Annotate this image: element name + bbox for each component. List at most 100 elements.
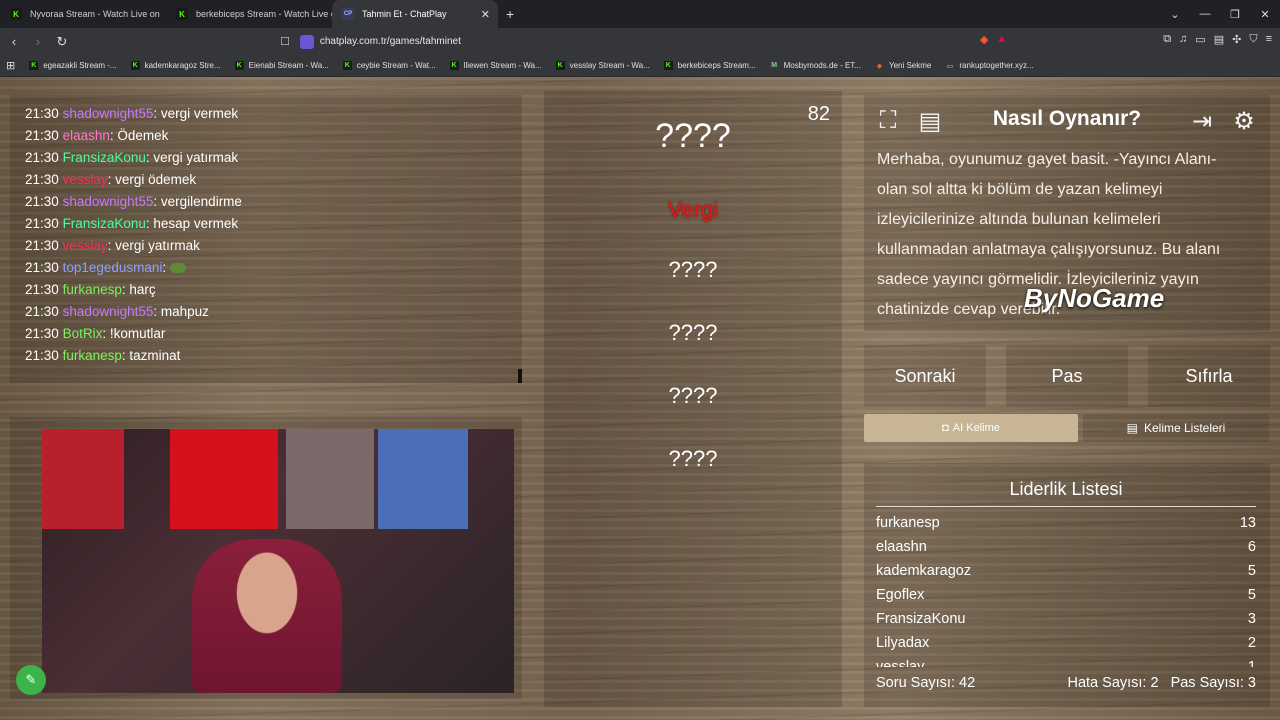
chat-time: 21:30 [25, 172, 59, 187]
chat-username[interactable]: vesslay [63, 172, 108, 187]
chat-message: 21:30 BotRix: !komutlar [25, 326, 166, 341]
game-page: 21:30 shadownight55: vergi vermek 21:30 e… [0, 77, 1280, 720]
leaderboard-list[interactable]: furkanesp 13 elaashn 6 kademkaragoz 5 Egoflex 5… [876, 511, 1256, 667]
chat-time: 21:30 [25, 282, 59, 297]
minimize-icon[interactable]: — [1190, 8, 1220, 20]
leaderboard-row: Egoflex 5 [876, 583, 1256, 607]
leaderboard-row: FransizaKonu 3 [876, 607, 1256, 631]
back-icon[interactable]: ‹ [4, 34, 24, 49]
bookmark-item[interactable]: Kvesslay Stream - Wa... [555, 61, 650, 70]
bookmarks-bar: ⊞ Kegeazakli Stream -... Kkademkaragoz S… [0, 55, 1280, 77]
chevron-down-icon[interactable]: ⌄ [1160, 8, 1190, 21]
vpn-icon[interactable]: ⛉ [1249, 33, 1257, 46]
chat-username[interactable]: furkanesp [63, 348, 122, 363]
bookmark-item[interactable]: Kceybie Stream - Wat... [342, 61, 436, 70]
chat-text: vergi vermek [160, 106, 239, 121]
forbidden-word: ???? [668, 257, 718, 282]
music-icon[interactable]: ♫ [1179, 33, 1187, 46]
watermark-logo: ByNoGame [1024, 283, 1165, 313]
bookmark-item[interactable]: Kberkebiceps Stream... [663, 61, 756, 70]
extension-puzzle-icon[interactable]: ✣ [1232, 33, 1241, 46]
chat-username[interactable]: FransizaKonu [63, 150, 146, 165]
bookmark-icon[interactable]: ☐ [280, 35, 290, 48]
question-count: Soru Sayısı: 42 [876, 675, 976, 691]
player-score: 5 [1247, 587, 1256, 603]
edit-icon[interactable]: ✎ [16, 665, 46, 695]
reset-button[interactable]: Sıfırla [1148, 345, 1270, 407]
logout-icon[interactable]: ⇥ [1186, 105, 1218, 137]
kick-icon: K [342, 61, 352, 70]
target-word: ???? [655, 117, 731, 155]
chat-message: 21:30 FransizaKonu: vergi yatırmak [25, 150, 239, 165]
streamer-figure [192, 539, 342, 693]
site-info-icon[interactable] [299, 34, 314, 49]
mosbymods-icon: M [771, 62, 778, 69]
chat-text: vergilendirme [160, 194, 242, 209]
bookmark-item[interactable]: Kegeazakli Stream -... [29, 61, 117, 70]
player-score: 2 [1247, 635, 1256, 651]
tab-title: berkebiceps Stream - Watch Live on [196, 9, 332, 19]
close-tab-icon[interactable]: ✕ [481, 8, 490, 21]
browser-tab-3[interactable]: CP Tahmin Et - ChatPlay ✕ [332, 0, 498, 28]
forbidden-word: ???? [668, 383, 718, 408]
kick-icon: K [234, 61, 244, 70]
chat-username[interactable]: elaashn [63, 128, 110, 143]
browser-tab-2[interactable]: K berkebiceps Stream - Watch Live on [166, 0, 332, 28]
bookmark-item[interactable]: Klliewen Stream - Wa... [449, 61, 542, 70]
webcam-feed [42, 429, 514, 693]
extensions-icon[interactable]: ⧉ [1163, 33, 1171, 46]
ai-word-tab[interactable]: ◘ AI Kelime [864, 414, 1078, 442]
gear-icon[interactable]: ⚙ [1228, 105, 1260, 137]
player-name: Lilyadax [876, 635, 930, 651]
close-window-icon[interactable]: ✕ [1250, 8, 1280, 21]
restore-icon[interactable]: ❐ [1220, 8, 1250, 21]
browser-tab-bar: K Nyvoraa Stream - Watch Live on K berke… [0, 0, 1280, 28]
pass-button[interactable]: Pas [1006, 345, 1128, 407]
bookmark-item[interactable]: ◆ Yeni Sekme [875, 61, 932, 70]
apps-icon[interactable]: ⊞ [6, 59, 15, 72]
chat-text: mahpuz [160, 304, 209, 319]
bookmark-item[interactable]: M Mosbymods.de - ET... [770, 61, 861, 70]
bookmark-item[interactable]: Kkademkaragoz Stre... [130, 61, 221, 70]
brave-shield-icon[interactable]: ◆ [980, 33, 988, 46]
chat-text: vergi ödemek [115, 172, 197, 187]
chat-username[interactable]: shadownight55 [63, 106, 154, 121]
chat-username[interactable]: vesslay [63, 238, 108, 253]
new-tab-button[interactable]: + [506, 0, 514, 28]
chat-message: 21:30 furkanesp: harç [25, 282, 156, 297]
chat-message: 21:30 FransizaKonu: hesap vermek [25, 216, 239, 231]
url-text[interactable]: chatplay.com.tr/games/tahminet [320, 36, 461, 47]
rewards-icon[interactable]: ▲ [996, 33, 1007, 46]
kick-icon: K [176, 8, 188, 20]
chat-time: 21:30 [25, 348, 59, 363]
chat-username[interactable]: BotRix [63, 326, 103, 341]
url-bar[interactable]: ☐ chatplay.com.tr/games/tahminet [280, 31, 1000, 52]
bookmark-item[interactable]: ▭ rankuptogether.xyz... [945, 61, 1034, 70]
browser-tab-1[interactable]: K Nyvoraa Stream - Watch Live on [0, 0, 166, 28]
word-lists-tab[interactable]: ▤ Kelime Listeleri [1083, 414, 1269, 442]
player-score: 13 [1239, 515, 1256, 531]
chat-username[interactable]: shadownight55 [63, 304, 154, 319]
sidebar-icon[interactable]: ▭ [1195, 33, 1205, 46]
chat-username[interactable]: shadownight55 [63, 194, 154, 209]
chat-time: 21:30 [25, 238, 59, 253]
chat-username[interactable]: FransizaKonu [63, 216, 146, 231]
forward-icon[interactable]: › [28, 34, 48, 49]
chat-username[interactable]: furkanesp [63, 282, 122, 297]
address-toolbar: ‹ › ↻ ☐ chatplay.com.tr/games/tahminet ◆… [0, 28, 1280, 55]
forbidden-word: ???? [668, 320, 718, 345]
chat-text: !komutlar [109, 326, 166, 341]
next-button[interactable]: Sonraki [864, 345, 986, 407]
chat-message: 21:30 vesslay: vergi ödemek [25, 172, 197, 187]
jersey-decor [42, 429, 124, 529]
leaderboard-row: Lilyadax 2 [876, 631, 1256, 655]
chat-scrollbar[interactable] [518, 369, 522, 383]
reload-icon[interactable]: ↻ [52, 34, 72, 50]
player-name: elaashn [876, 539, 927, 555]
tab-title: Tahmin Et - ChatPlay [362, 9, 447, 19]
chat-text: Ödemek [117, 128, 169, 143]
menu-icon[interactable]: ≡ [1266, 33, 1272, 46]
bookmark-item[interactable]: K Eienabi Stream - Wa... [234, 61, 329, 70]
wallet-icon[interactable]: ▤ [1214, 33, 1224, 46]
chat-username[interactable]: top1egedusmani [63, 260, 163, 275]
